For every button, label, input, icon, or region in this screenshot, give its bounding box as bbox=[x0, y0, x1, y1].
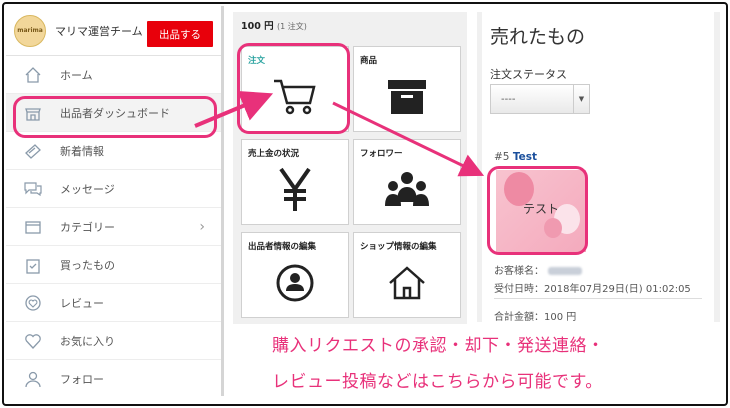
chevron-down-icon: ▼ bbox=[573, 85, 589, 113]
sidebar-item-label: ホーム bbox=[60, 68, 93, 82]
page-title: 売れたもの bbox=[490, 26, 586, 48]
order-status-value: ---- bbox=[501, 93, 516, 105]
total-amount: 合計金額：100 円 bbox=[494, 308, 576, 323]
highlight-dashboard-item bbox=[13, 96, 217, 138]
total-value: 100 円 bbox=[544, 312, 577, 323]
order-status-label: 注文ステータス bbox=[490, 68, 567, 81]
bag-icon bbox=[22, 254, 44, 276]
sidebar-item-favorites[interactable]: お気に入り bbox=[6, 322, 221, 360]
sales-amount: 100 円 bbox=[241, 21, 274, 32]
box-icon bbox=[354, 67, 460, 127]
chevron-right-icon: › bbox=[199, 219, 205, 235]
sidebar-item-home[interactable]: ホーム bbox=[6, 56, 221, 94]
chat-icon bbox=[22, 178, 44, 200]
user-icon bbox=[22, 368, 44, 390]
sidebar-item-reviews[interactable]: レビュー bbox=[6, 284, 221, 322]
received-value: 2018年07月29日(日) 01:02:05 bbox=[544, 284, 691, 295]
followers-icon bbox=[354, 160, 460, 220]
order-number: #5 bbox=[494, 151, 510, 163]
sidebar-item-messages[interactable]: メッセージ bbox=[6, 170, 221, 208]
sidebar-item-label: お気に入り bbox=[60, 334, 115, 348]
shop-name[interactable]: マリマ運営チーム bbox=[55, 23, 143, 39]
sidebar-item-label: カテゴリー bbox=[60, 220, 115, 234]
tile-products[interactable]: 商品 bbox=[353, 46, 461, 132]
total-label: 合計金額： bbox=[494, 312, 544, 323]
yen-icon bbox=[242, 160, 348, 220]
sidebar-item-category[interactable]: カテゴリー › bbox=[6, 208, 221, 246]
sidebar-item-label: 買ったもの bbox=[60, 258, 115, 272]
shop-avatar[interactable]: marima bbox=[14, 14, 46, 47]
tile-label: 商品 bbox=[360, 56, 378, 66]
sidebar-item-label: レビュー bbox=[60, 296, 104, 310]
news-icon bbox=[22, 140, 44, 162]
order-status-select[interactable]: ---- ▼ bbox=[490, 84, 590, 114]
tile-label: フォロワー bbox=[360, 149, 403, 159]
blurred-customer-name bbox=[548, 267, 582, 275]
received-label: 受付日時： bbox=[494, 284, 544, 295]
order-name: Test bbox=[512, 151, 537, 163]
order-link[interactable]: #5 Test bbox=[494, 151, 537, 163]
heart-icon bbox=[22, 330, 44, 352]
highlight-order-thumbnail bbox=[487, 166, 588, 255]
tile-label: 売上金の状況 bbox=[248, 149, 300, 159]
tile-label: 出品者情報の編集 bbox=[248, 242, 317, 252]
tile-label: ショップ情報の編集 bbox=[360, 242, 437, 252]
review-icon bbox=[22, 292, 44, 314]
sidebar-item-label: メッセージ bbox=[60, 182, 115, 196]
tile-edit-shop-info[interactable]: ショップ情報の編集 bbox=[353, 232, 461, 318]
tile-followers[interactable]: フォロワー bbox=[353, 139, 461, 225]
highlight-orders-tile bbox=[237, 43, 350, 134]
category-icon bbox=[22, 216, 44, 238]
left-sidebar: marima マリマ運営チーム 出品する ホーム 出品者ダッシュボード 新着情報 bbox=[6, 6, 224, 396]
sidebar-item-label: フォロー bbox=[60, 372, 104, 386]
house-icon bbox=[354, 253, 460, 313]
sales-summary: 100 円 (1 注文) bbox=[233, 12, 467, 36]
sidebar-item-purchased[interactable]: 買ったもの bbox=[6, 246, 221, 284]
caption-line-2: レビュー投稿などはこちらから可能です。 bbox=[272, 372, 603, 392]
tile-sales-status[interactable]: 売上金の状況 bbox=[241, 139, 349, 225]
sidebar-item-label: 新着情報 bbox=[60, 144, 104, 158]
profile-icon bbox=[242, 253, 348, 313]
divider bbox=[494, 298, 702, 299]
caption-line-1: 購入リクエストの承認・却下・発送連絡・ bbox=[272, 336, 605, 356]
customer-label: お客様名： bbox=[494, 266, 544, 277]
order-count: (1 注文) bbox=[276, 22, 307, 31]
received-datetime: 受付日時：2018年07月29日(日) 01:02:05 bbox=[494, 280, 691, 295]
home-icon bbox=[22, 64, 44, 86]
sidebar-item-follow[interactable]: フォロー bbox=[6, 360, 221, 396]
tile-edit-seller-info[interactable]: 出品者情報の編集 bbox=[241, 232, 349, 318]
sell-button[interactable]: 出品する bbox=[147, 21, 213, 47]
customer-name: お客様名： bbox=[494, 262, 582, 277]
